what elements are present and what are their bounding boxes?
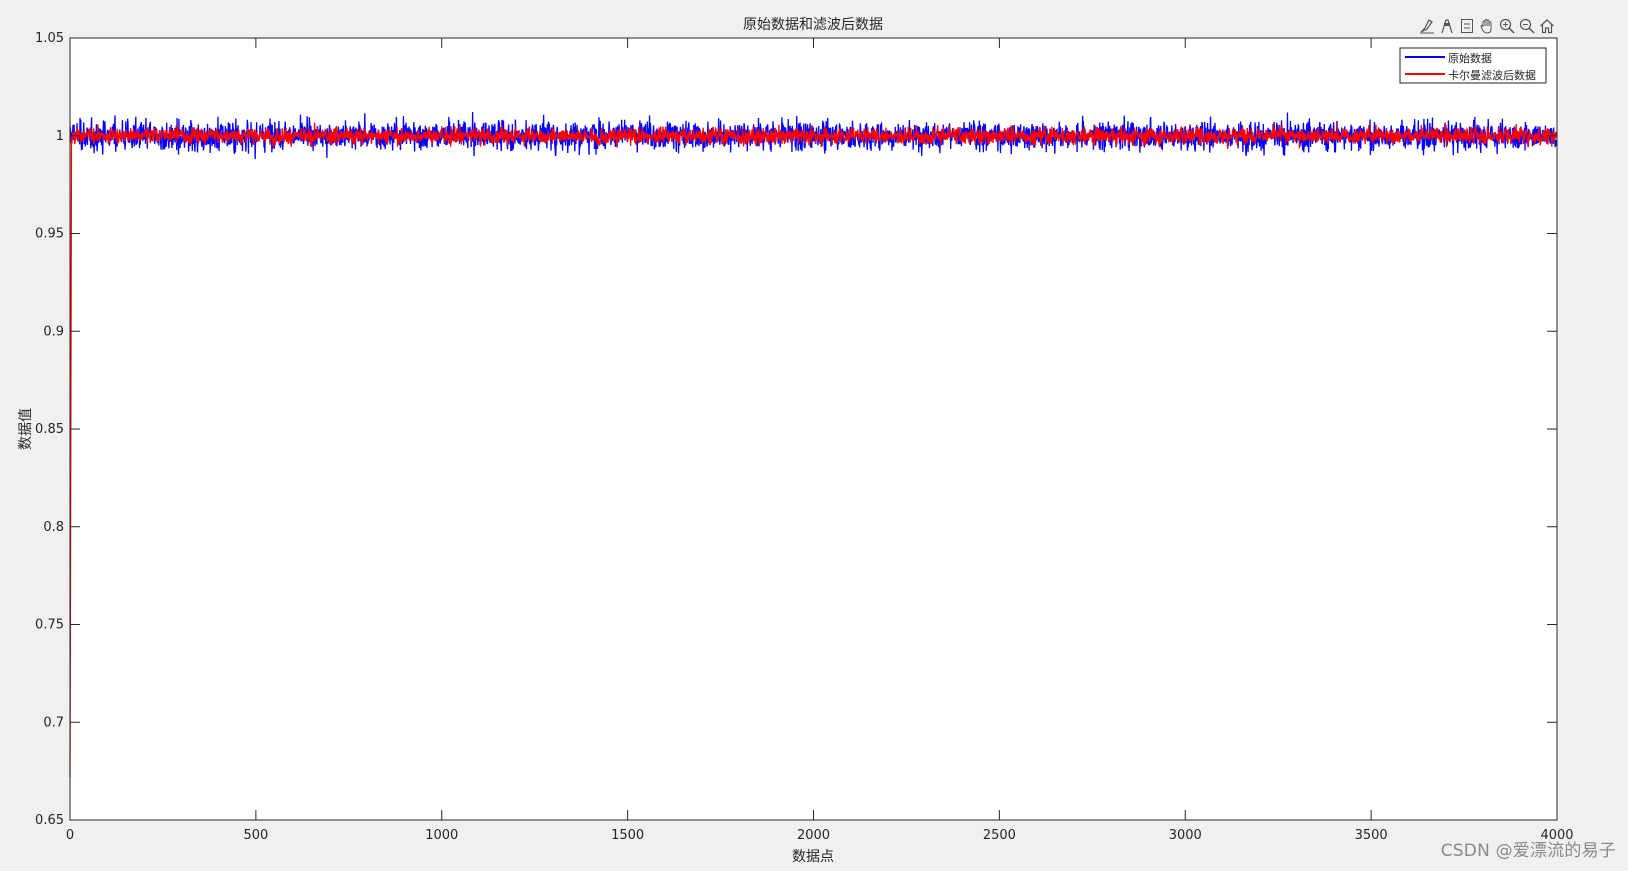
zoom-out-icon[interactable] bbox=[1518, 16, 1536, 36]
legend[interactable]: 原始数据 卡尔曼滤波后数据 bbox=[1399, 47, 1547, 84]
axes-toolbar bbox=[1418, 16, 1556, 38]
y-tick-label: 1 bbox=[56, 129, 64, 144]
y-tick-label: 1.05 bbox=[35, 31, 64, 46]
y-tick-label: 0.75 bbox=[35, 618, 64, 633]
pan-icon[interactable] bbox=[1478, 16, 1496, 36]
figure-canvas: 0 500 1000 1500 2000 2500 3000 3500 40000.650.70… bbox=[18, 17, 1574, 865]
restore-view-icon[interactable] bbox=[1458, 16, 1476, 36]
x-tick-label: 0 bbox=[66, 828, 74, 843]
data-tip-icon[interactable] bbox=[1438, 16, 1456, 36]
home-icon[interactable] bbox=[1538, 16, 1556, 36]
y-tick-label: 0.8 bbox=[43, 520, 64, 535]
y-tick-label: 0.85 bbox=[35, 422, 64, 437]
brush-icon[interactable] bbox=[1418, 16, 1436, 36]
x-tick-label: 3000 bbox=[1169, 828, 1202, 843]
legend-label-filtered: 卡尔曼滤波后数据 bbox=[1448, 68, 1536, 82]
chart-title: 原始数据和滤波后数据 bbox=[743, 17, 883, 33]
zoom-in-icon[interactable] bbox=[1498, 16, 1516, 36]
y-tick-label: 0.95 bbox=[35, 227, 64, 242]
y-tick-label: 0.7 bbox=[43, 715, 64, 730]
x-tick-label: 500 bbox=[243, 828, 268, 843]
plot-area bbox=[70, 38, 1557, 820]
x-tick-label: 1500 bbox=[611, 828, 644, 843]
watermark: CSDN @爱漂流的易子 bbox=[1440, 841, 1616, 861]
x-tick-label: 2000 bbox=[797, 828, 830, 843]
y-axis-label: 数据值 bbox=[18, 408, 34, 450]
y-tick-label: 0.65 bbox=[35, 813, 64, 828]
x-axis-label: 数据点 bbox=[792, 849, 834, 865]
x-tick-label: 1000 bbox=[425, 828, 458, 843]
x-tick-label: 2500 bbox=[983, 828, 1016, 843]
y-tick-label: 0.9 bbox=[43, 324, 64, 339]
legend-label-raw: 原始数据 bbox=[1448, 51, 1492, 65]
x-tick-label: 3500 bbox=[1355, 828, 1388, 843]
